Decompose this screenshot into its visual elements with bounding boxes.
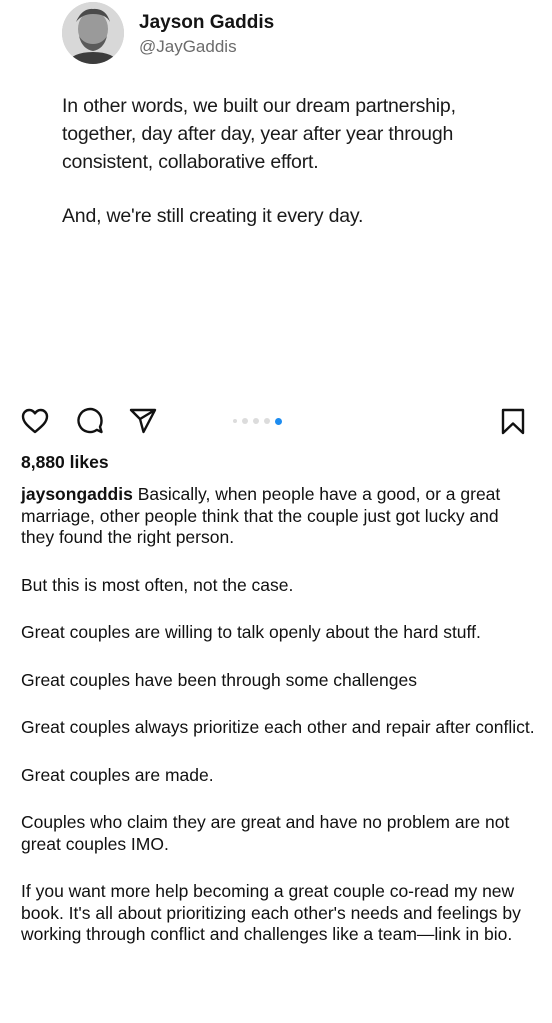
tweet-image-card[interactable]: Jayson Gaddis @JayGaddis In other words,… — [0, 0, 552, 395]
caption-paragraph: If you want more help becoming a great c… — [21, 881, 521, 944]
tweet-paragraph: In other words, we built our dream partn… — [62, 95, 456, 173]
carousel-indicator — [233, 416, 282, 426]
caption-paragraph: Great couples are willing to talk openly… — [21, 622, 481, 642]
comment-icon[interactable] — [75, 406, 105, 436]
caption-paragraph: But this is most often, not the case. — [21, 574, 294, 595]
tweet-paragraph: And, we're still creating it every day. — [62, 205, 364, 227]
author-handle: @JayGaddis — [139, 37, 237, 56]
likes-count[interactable]: 8,880 likes — [21, 452, 109, 473]
caption: jaysongaddis Basically, when people have… — [21, 484, 536, 972]
heart-icon[interactable] — [20, 406, 50, 436]
caption-paragraph: Great couples always prioritize each oth… — [21, 717, 535, 737]
author-name: Jayson Gaddis — [139, 12, 275, 33]
caption-first-paragraph: jaysongaddis Basically, when people have… — [21, 484, 536, 549]
caption-username[interactable]: jaysongaddis — [21, 484, 133, 504]
carousel-dot-active — [275, 417, 282, 425]
avatar — [62, 2, 124, 64]
share-icon[interactable] — [128, 406, 158, 436]
avatar-photo — [62, 2, 124, 64]
carousel-dot — [233, 419, 237, 423]
bookmark-icon[interactable] — [498, 406, 528, 436]
carousel-dot — [242, 418, 248, 424]
action-bar — [0, 400, 552, 444]
caption-paragraph: Great couples are made. — [21, 764, 214, 785]
caption-paragraph: Great couples have been through some cha… — [21, 669, 417, 690]
tweet-text: In other words, we built our dream partn… — [62, 92, 532, 256]
caption-paragraph: Couples who claim they are great and hav… — [21, 812, 510, 854]
carousel-dot — [253, 418, 259, 424]
carousel-dot — [264, 418, 270, 424]
